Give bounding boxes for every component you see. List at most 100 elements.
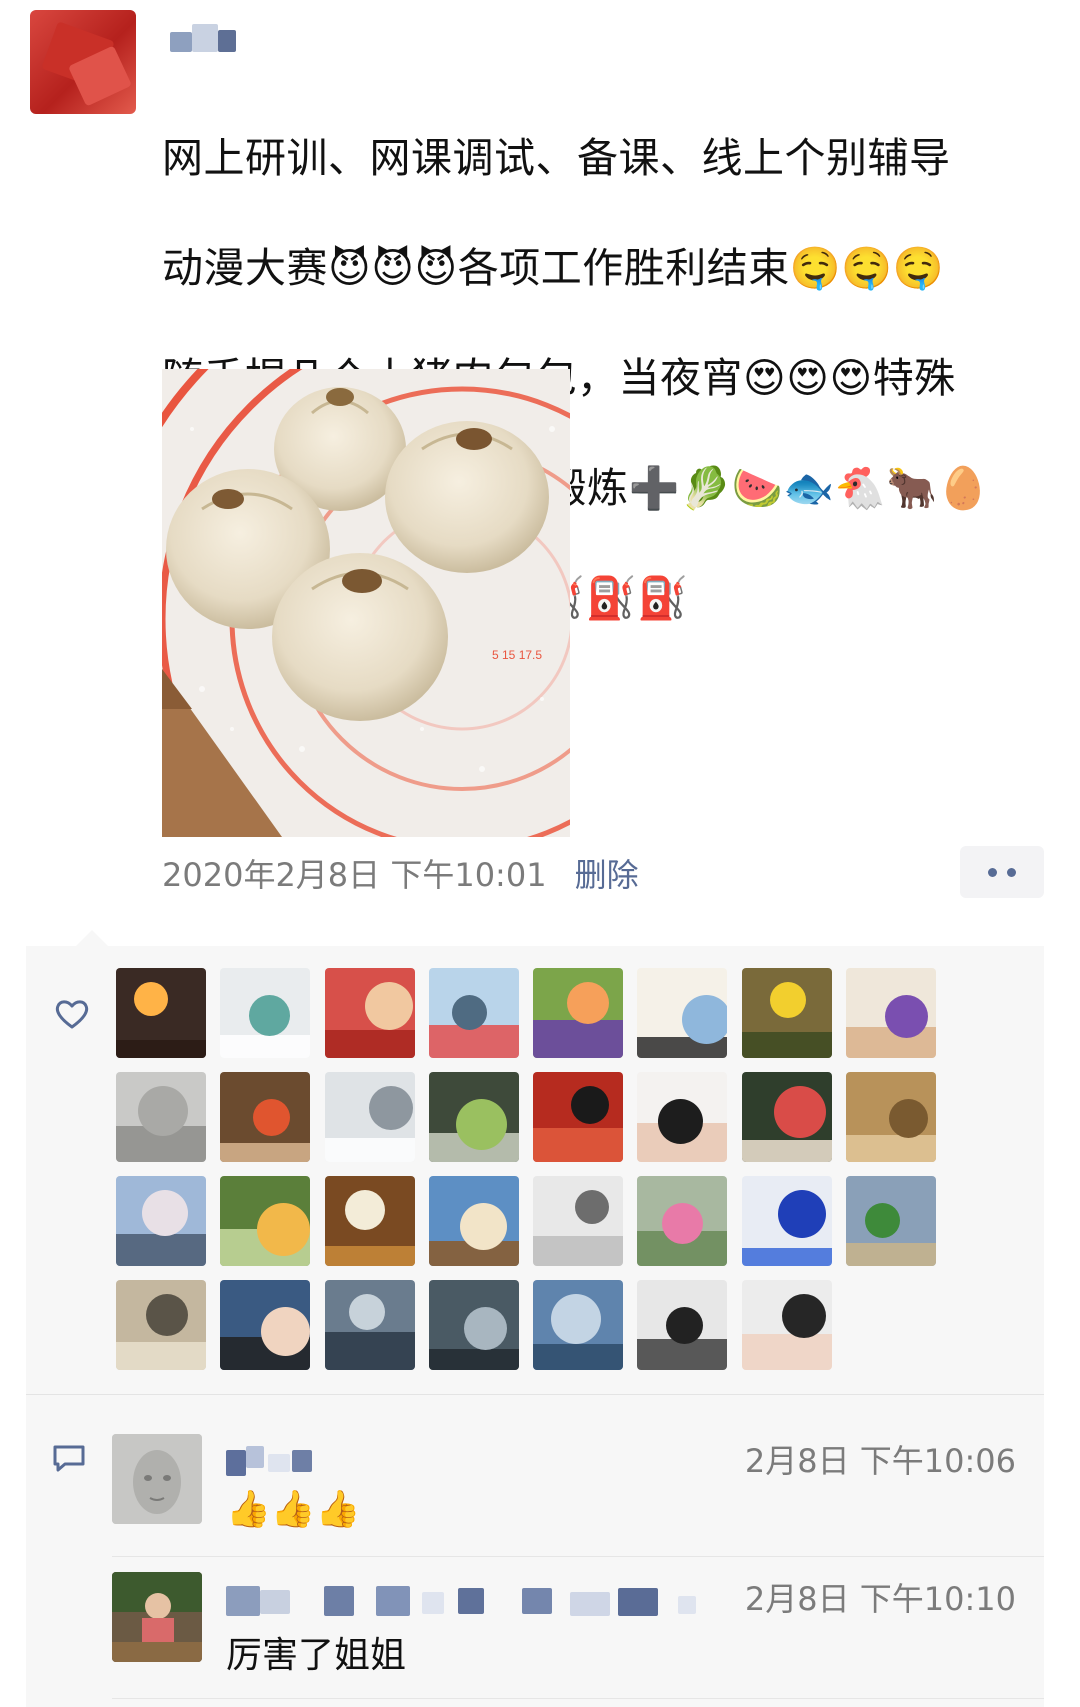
liker-avatar-shape bbox=[324, 1138, 415, 1162]
post-timestamp: 2020年2月8日 下午10:01 bbox=[162, 856, 547, 894]
liker-avatar-shape bbox=[134, 982, 168, 1016]
liker-avatar-shape bbox=[344, 1190, 385, 1230]
liker-avatar[interactable] bbox=[637, 1176, 728, 1266]
liker-avatar[interactable] bbox=[220, 1072, 311, 1162]
liker-avatar[interactable] bbox=[116, 1176, 206, 1266]
commenter-name[interactable] bbox=[226, 1582, 716, 1616]
liker-avatar[interactable] bbox=[428, 968, 519, 1058]
likers-grid bbox=[116, 968, 956, 1370]
comment-time: 2月8日 下午10:10 bbox=[744, 1580, 1016, 1618]
liker-avatar[interactable] bbox=[220, 1280, 311, 1370]
liker-avatar[interactable] bbox=[846, 968, 937, 1058]
comment-item[interactable]: 2月8日 下午10:06 👍👍👍 bbox=[112, 1434, 1044, 1554]
liker-avatar[interactable] bbox=[741, 1280, 832, 1370]
liker-avatar-shape bbox=[146, 1294, 188, 1336]
comment-divider bbox=[112, 1556, 1044, 1557]
liker-avatar[interactable] bbox=[324, 968, 415, 1058]
liker-avatar-shape bbox=[769, 982, 806, 1018]
liker-avatar[interactable] bbox=[116, 968, 206, 1058]
obscured-name-block bbox=[522, 1588, 552, 1614]
liker-avatar[interactable] bbox=[324, 1072, 415, 1162]
liker-avatar[interactable] bbox=[533, 1280, 624, 1370]
comment-time: 2月8日 下午10:06 bbox=[744, 1442, 1016, 1480]
liker-avatar[interactable] bbox=[741, 1176, 832, 1266]
liker-avatar[interactable] bbox=[220, 968, 311, 1058]
liker-avatar[interactable] bbox=[533, 1176, 624, 1266]
liker-avatar-shape bbox=[885, 995, 929, 1038]
delete-link[interactable]: 删除 bbox=[575, 850, 639, 896]
commenter-avatar[interactable] bbox=[112, 1572, 202, 1662]
liker-avatar-shape bbox=[682, 995, 728, 1044]
commenter-avatar-illustration bbox=[112, 1434, 202, 1524]
section-divider bbox=[26, 1394, 1044, 1395]
obscured-name-block bbox=[422, 1592, 444, 1614]
obscured-name-block bbox=[376, 1586, 410, 1616]
liker-avatar-shape bbox=[533, 1020, 624, 1058]
bun-2 bbox=[385, 421, 549, 573]
liker-avatar-shape bbox=[142, 1190, 188, 1236]
liker-avatar[interactable] bbox=[637, 1072, 728, 1162]
liker-avatar[interactable] bbox=[741, 968, 832, 1058]
liker-avatar[interactable] bbox=[846, 1176, 937, 1266]
liker-avatar[interactable] bbox=[533, 968, 624, 1058]
liker-avatar-shape bbox=[846, 1243, 937, 1266]
liker-avatar-shape bbox=[324, 1246, 415, 1266]
comment-bubble-icon bbox=[53, 1445, 85, 1472]
commenter-avatar[interactable] bbox=[112, 1434, 202, 1524]
liker-avatar-shape bbox=[571, 1086, 610, 1124]
liker-avatar-shape bbox=[741, 1248, 832, 1266]
liker-avatar-shape bbox=[428, 1025, 519, 1058]
liker-avatar-shape bbox=[741, 1140, 832, 1162]
liker-avatar[interactable] bbox=[741, 1072, 832, 1162]
liker-avatar[interactable] bbox=[428, 1280, 519, 1370]
liker-avatar[interactable] bbox=[846, 1072, 937, 1162]
liker-avatar[interactable] bbox=[533, 1072, 624, 1162]
liker-avatar-shape bbox=[567, 982, 610, 1024]
liker-avatar-shape bbox=[773, 1086, 826, 1138]
author-avatar[interactable] bbox=[30, 10, 136, 114]
buns-photo-illustration: 5 15 17.5 bbox=[162, 369, 570, 837]
liker-avatar[interactable] bbox=[116, 1280, 206, 1370]
liker-avatar-shape bbox=[533, 1344, 624, 1370]
liker-avatar[interactable] bbox=[324, 1280, 415, 1370]
liker-avatar-shape bbox=[116, 1234, 206, 1266]
liker-avatar[interactable] bbox=[428, 1072, 519, 1162]
liker-avatar[interactable] bbox=[116, 1072, 206, 1162]
liker-avatar[interactable] bbox=[637, 1280, 728, 1370]
author-name[interactable] bbox=[170, 22, 250, 56]
mat-scale-mark: 5 15 17.5 bbox=[492, 648, 542, 662]
obscured-name-block bbox=[192, 24, 218, 52]
liker-avatar-shape bbox=[889, 1099, 929, 1138]
obscured-name-block bbox=[268, 1454, 290, 1472]
liker-avatar-shape bbox=[428, 1349, 519, 1370]
more-dots-icon bbox=[988, 867, 997, 877]
liker-avatar-shape bbox=[249, 995, 291, 1036]
comment-divider bbox=[112, 1698, 1044, 1699]
liker-avatar-shape bbox=[533, 1236, 624, 1266]
liker-avatar[interactable] bbox=[220, 1176, 311, 1266]
liker-avatar-shape bbox=[364, 982, 413, 1030]
obscured-name-block bbox=[324, 1586, 354, 1616]
liker-avatar-shape bbox=[324, 1332, 415, 1370]
obscured-name-block bbox=[260, 1590, 290, 1614]
post-meta-row: 2020年2月8日 下午10:01 删除 bbox=[162, 852, 639, 894]
obscured-name-block bbox=[170, 32, 192, 52]
liker-avatar-shape bbox=[257, 1203, 311, 1256]
comment-item[interactable]: 2月8日 下午10:10 厉害了姐姐 bbox=[112, 1572, 1044, 1692]
post-photo[interactable]: 5 15 17.5 bbox=[162, 369, 570, 837]
obscured-name-block bbox=[218, 30, 236, 52]
liker-avatar-shape bbox=[220, 1035, 311, 1058]
liker-avatar-shape bbox=[348, 1294, 385, 1330]
more-dots-icon bbox=[1007, 867, 1016, 877]
commenter-name[interactable] bbox=[226, 1444, 726, 1478]
obscured-name-block bbox=[226, 1450, 246, 1476]
interaction-panel: 2月8日 下午10:06 👍👍👍 2月8日 下午10:10 厉害了姐姐 bbox=[26, 930, 1044, 1707]
liker-avatar-shape bbox=[455, 1099, 507, 1150]
liker-avatar-shape bbox=[261, 1307, 311, 1356]
liker-avatar[interactable] bbox=[324, 1176, 415, 1266]
liker-avatar-shape bbox=[741, 1032, 832, 1058]
liker-avatar-shape bbox=[575, 1190, 610, 1224]
liker-avatar[interactable] bbox=[428, 1176, 519, 1266]
liker-avatar[interactable] bbox=[637, 968, 728, 1058]
more-button[interactable] bbox=[960, 846, 1044, 898]
